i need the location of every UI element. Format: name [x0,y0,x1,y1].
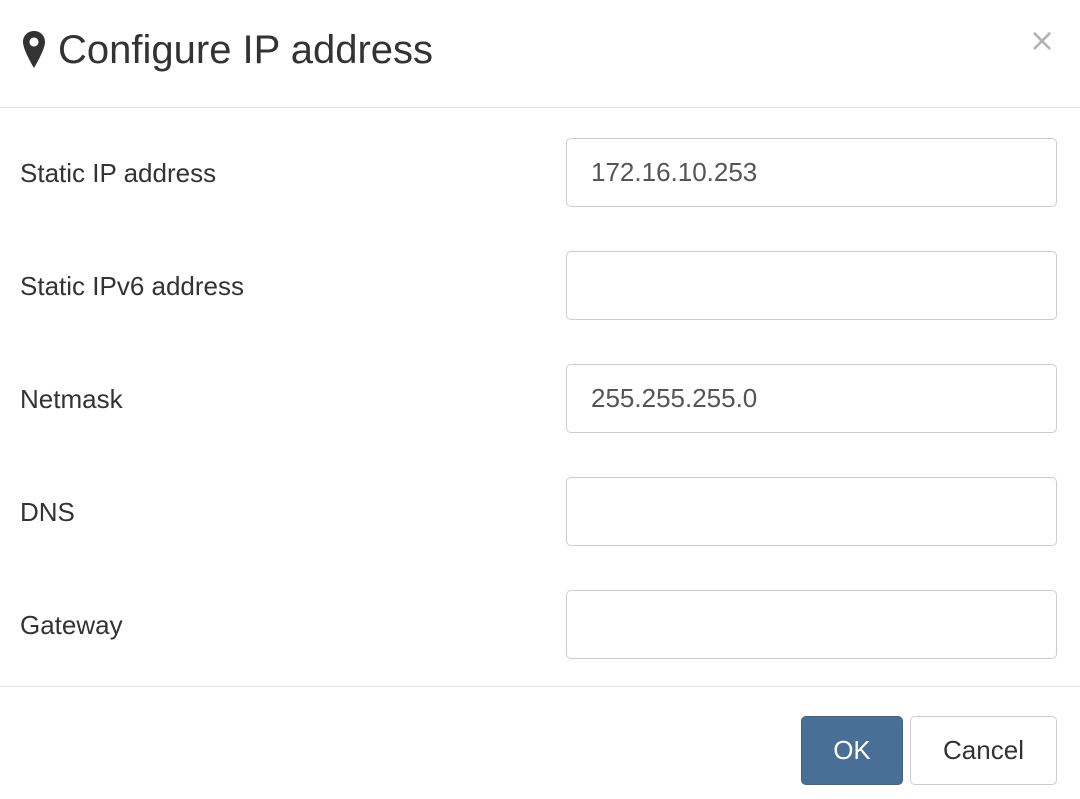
ok-button[interactable]: OK [801,716,903,785]
dialog-header: Configure IP address × [0,0,1080,108]
field-row-static-ip: Static IP address [0,138,1080,208]
configure-ip-dialog: Configure IP address × Static IP address… [0,0,1080,799]
dns-label: DNS [20,497,75,527]
map-marker-icon [22,30,46,70]
field-row-static-ipv6: Static IPv6 address [0,251,1080,321]
field-row-netmask: Netmask [0,364,1080,434]
dialog-body: Static IP address Static IPv6 address Ne… [0,108,1080,687]
cancel-button[interactable]: Cancel [910,716,1057,785]
field-row-gateway: Gateway [0,590,1080,660]
dialog-title: Configure IP address [58,28,434,72]
close-button[interactable]: × [1026,22,1058,58]
static-ipv6-label: Static IPv6 address [20,271,244,301]
netmask-input[interactable] [566,364,1057,433]
static-ip-label: Static IP address [20,158,217,188]
gateway-input[interactable] [566,590,1057,659]
gateway-label: Gateway [20,610,123,640]
static-ip-input[interactable] [566,138,1057,207]
dialog-footer: OK Cancel [0,686,1080,799]
netmask-label: Netmask [20,384,123,414]
dns-input[interactable] [566,477,1057,546]
field-row-dns: DNS [0,477,1080,547]
static-ipv6-input[interactable] [566,251,1057,320]
